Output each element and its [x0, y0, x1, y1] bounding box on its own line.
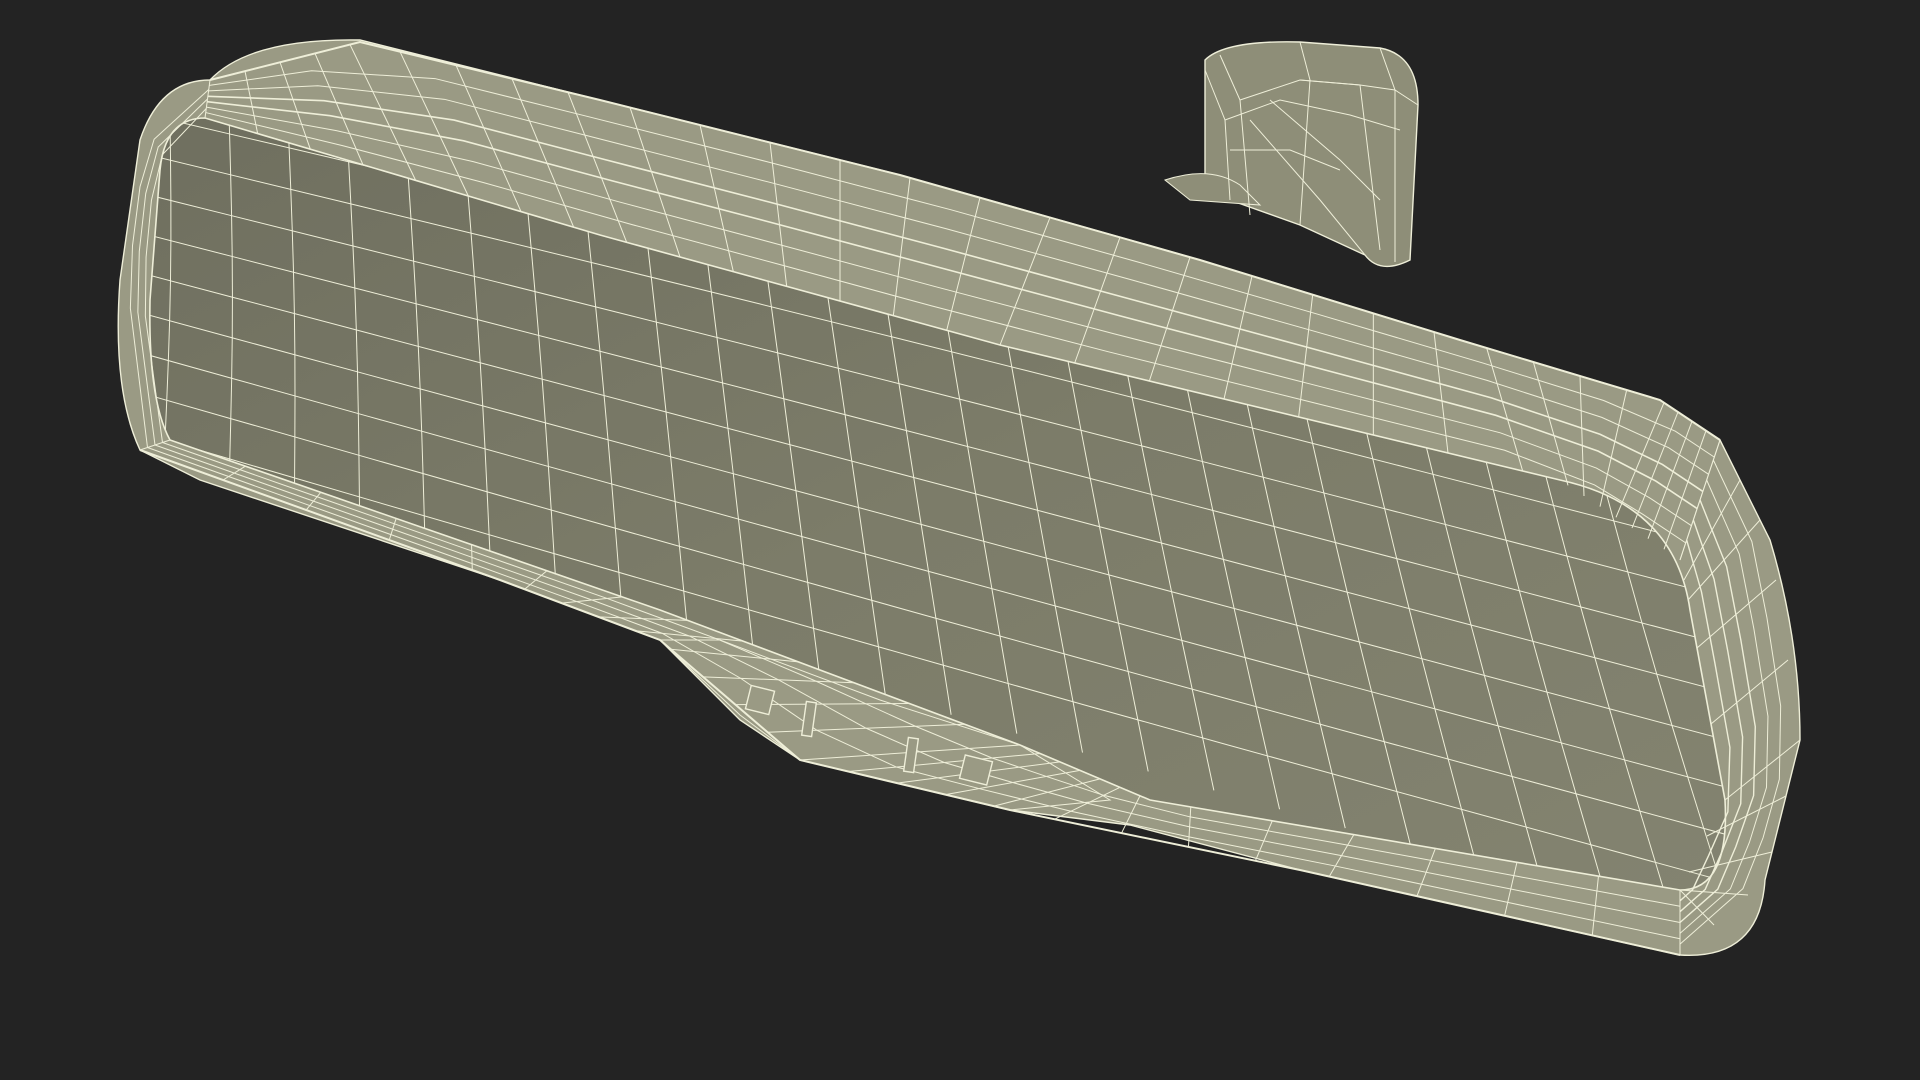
mount-body [1204, 41, 1419, 268]
wireframe-render [117, 39, 1801, 956]
sensor-window-left [744, 684, 776, 716]
render-viewport [0, 0, 1920, 1080]
mirror-mount [1163, 41, 1419, 268]
